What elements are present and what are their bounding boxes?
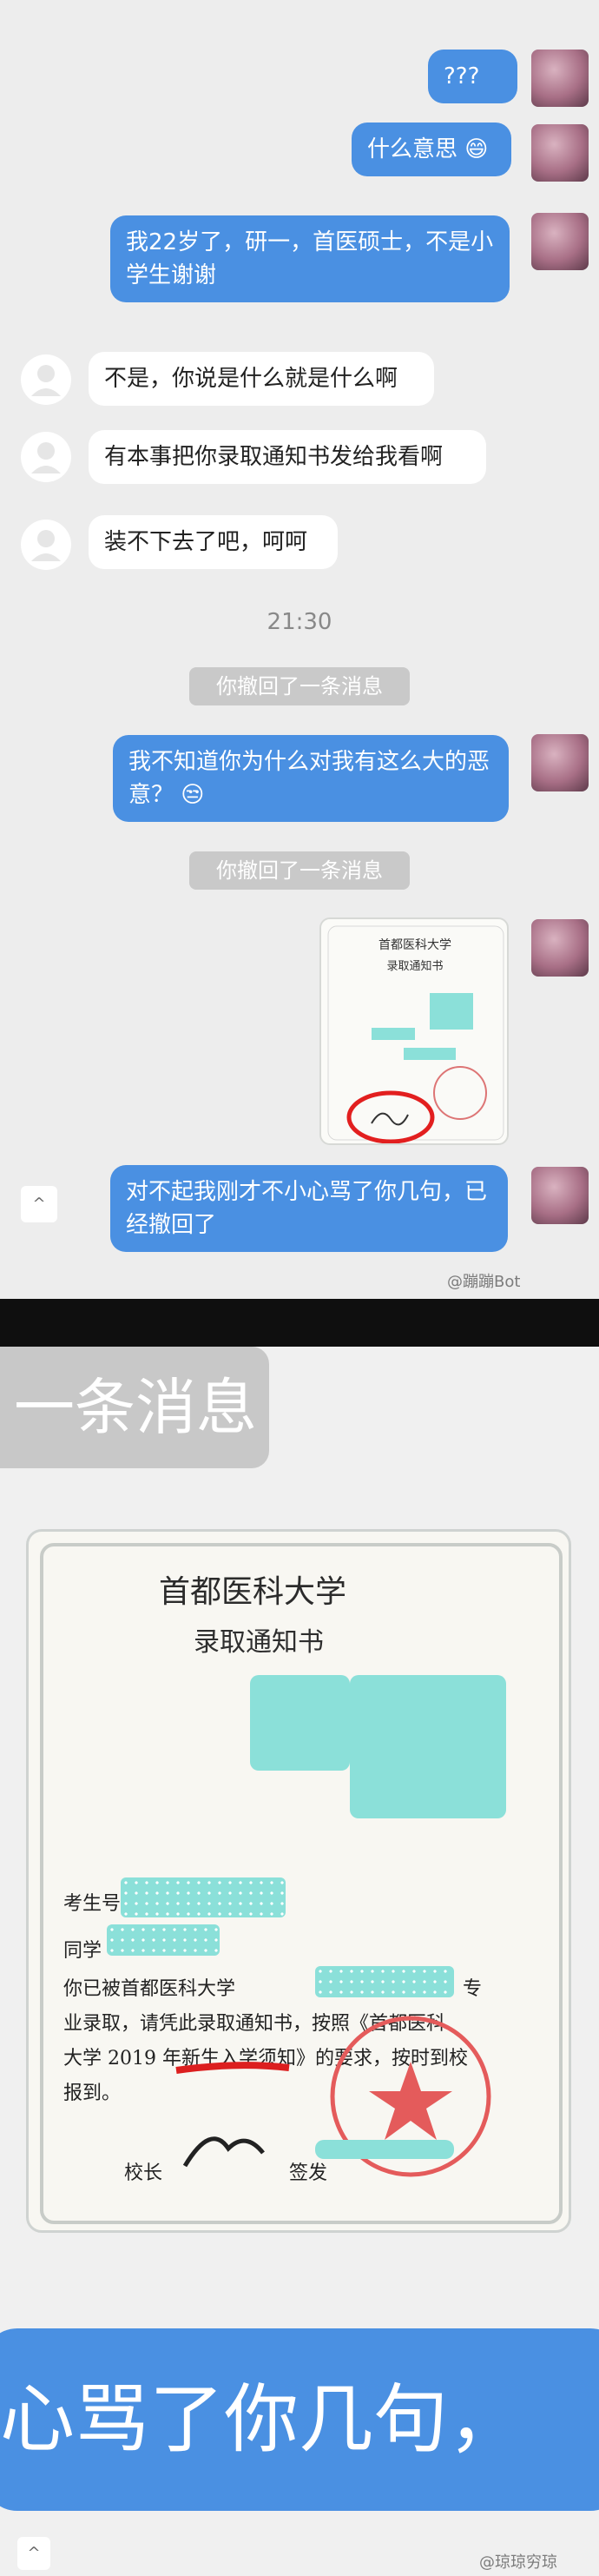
other-avatar[interactable] (21, 520, 71, 570)
my-avatar[interactable] (531, 919, 589, 977)
system-recalled-message-1: 你撤回了一条消息 (189, 667, 410, 705)
zoomed-system-message: 一条消息 (0, 1347, 269, 1468)
user-silhouette-icon (31, 530, 61, 561)
message-text-2: 什么意思 (367, 136, 458, 162)
user-silhouette-icon (31, 442, 61, 473)
annoyed-emoji-icon: 😒 (181, 782, 205, 808)
message-bubble-7[interactable]: 我不知道你为什么对我有这么大的恶意？ 😒 (113, 735, 509, 822)
image-message-preview[interactable]: 首都医科大学 录取通知书 (319, 917, 509, 1145)
watermark-bottom: @琼琼穷琼 (479, 2553, 557, 2572)
admission-letter: 首都医科大学 录取通知书 考生号 同学 你已被首都医科大学 专 业录取，请凭此录… (26, 1529, 571, 2233)
zoomed-message-bubble: 心骂了你几句， (0, 2328, 599, 2511)
svg-text:录取通知书: 录取通知书 (386, 959, 443, 973)
message-bubble-5[interactable]: 有本事把你录取通知书发给我看啊 (89, 430, 486, 484)
zoomed-view: 一条消息 首都医科大学 录取通知书 考生号 同学 你已被首都医科大学 专 业录取… (0, 1347, 599, 2576)
divider-band (0, 1299, 599, 1347)
message-text-3: 我22岁了，研一，首医硕士，不是小学生谢谢 (126, 229, 494, 288)
user-silhouette-icon (31, 365, 61, 396)
message-text-8: 对不起我刚才不小心骂了你几句，已经撤回了 (126, 1179, 488, 1238)
my-avatar[interactable] (531, 50, 589, 107)
scroll-up-button[interactable]: ^ (21, 1186, 57, 1222)
message-bubble-2[interactable]: 什么意思 😄 (352, 123, 511, 176)
message-text-5: 有本事把你录取通知书发给我看啊 (104, 444, 444, 470)
timestamp: 21:30 (267, 609, 332, 635)
other-avatar[interactable] (21, 432, 71, 482)
signature-name: 签发 (289, 2162, 328, 2184)
letter-graphics (40, 1543, 563, 2224)
message-bubble-6[interactable]: 装不下去了吧，呵呵 (89, 515, 338, 569)
message-bubble-4[interactable]: 不是，你说是什么就是什么啊 (89, 352, 434, 406)
watermark-top: @蹦蹦Bot (447, 1273, 521, 1291)
zoomed-scroll-up-button[interactable]: ^ (17, 2537, 50, 2570)
other-avatar[interactable] (21, 354, 71, 405)
svg-text:首都医科大学: 首都医科大学 (378, 938, 451, 952)
message-text-4: 不是，你说是什么就是什么啊 (104, 366, 398, 392)
my-avatar[interactable] (531, 734, 589, 791)
message-text-6: 装不下去了吧，呵呵 (104, 529, 308, 555)
smile-emoji-icon: 😄 (464, 136, 489, 162)
my-avatar[interactable] (531, 124, 589, 182)
chevron-up-icon: ^ (32, 1195, 46, 1213)
system-recalled-message-2: 你撤回了一条消息 (189, 851, 410, 890)
message-bubble-1[interactable]: ??? (428, 50, 517, 103)
admission-letter-thumbnail: 首都医科大学 录取通知书 (327, 925, 504, 1143)
message-bubble-3[interactable]: 我22岁了，研一，首医硕士，不是小学生谢谢 (110, 215, 510, 302)
signature-label: 校长 (124, 2162, 163, 2184)
my-avatar[interactable] (531, 213, 589, 270)
chevron-up-icon: ^ (27, 2544, 41, 2562)
message-text-1: ??? (444, 63, 480, 89)
my-avatar[interactable] (531, 1167, 589, 1224)
message-bubble-8[interactable]: 对不起我刚才不小心骂了你几句，已经撤回了 (110, 1165, 508, 1252)
chat-screen: ??? 什么意思 😄 我22岁了，研一，首医硕士，不是小学生谢谢 不是，你说是什… (0, 0, 599, 1299)
